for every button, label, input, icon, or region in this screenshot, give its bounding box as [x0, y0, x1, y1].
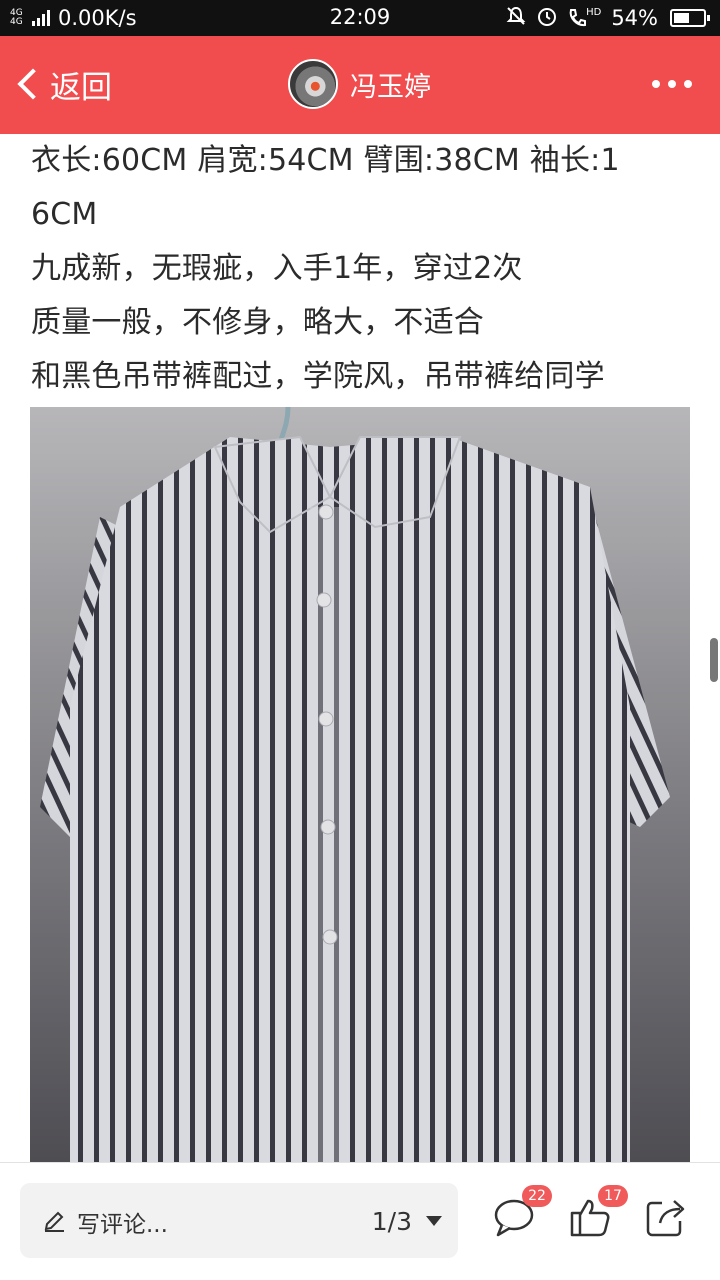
- more-options-icon[interactable]: [652, 74, 692, 94]
- share-button[interactable]: [644, 1195, 688, 1239]
- description-line: 衣长:60CM 肩宽:54CM 臂围:38CM 袖长:1: [31, 143, 620, 178]
- post-description: 衣长:60CM 肩宽:54CM 臂围:38CM 袖长:1 6CM 九成新，无瑕疵…: [31, 134, 691, 404]
- like-count-badge: 17: [598, 1185, 628, 1207]
- battery-percent: 54%: [611, 6, 658, 30]
- battery-fill: [674, 13, 690, 23]
- author-name[interactable]: 冯玉婷: [350, 65, 431, 104]
- comment-button[interactable]: 22: [492, 1185, 552, 1239]
- back-label: 返回: [50, 69, 112, 106]
- mute-icon: [506, 6, 526, 31]
- page-indicator[interactable]: 1/3: [372, 1207, 412, 1236]
- striped-shirt-photo[interactable]: [30, 407, 690, 1162]
- hd-label: HD: [586, 7, 602, 18]
- pen-icon: [44, 1211, 64, 1232]
- app-header: 返回 冯玉婷: [0, 36, 720, 134]
- comment-input[interactable]: 写评论... 1/3: [20, 1183, 458, 1258]
- like-button[interactable]: 17: [568, 1185, 628, 1239]
- battery-icon: [670, 9, 710, 27]
- alarm-icon: [536, 5, 558, 32]
- avatar[interactable]: [288, 59, 338, 109]
- author-profile[interactable]: 冯玉婷: [288, 58, 431, 110]
- back-button[interactable]: 返回: [14, 64, 112, 106]
- description-line: 和黑色吊带裤配过，学院风，吊带裤给同学: [31, 359, 605, 394]
- dropdown-arrow-icon[interactable]: [426, 1216, 442, 1226]
- description-line: 6CM: [31, 197, 98, 232]
- bottom-action-bar: 写评论... 1/3 22 17: [0, 1162, 720, 1280]
- chevron-left-icon: [17, 68, 49, 100]
- scrollbar-handle[interactable]: [710, 638, 718, 682]
- comment-placeholder: 写评论...: [77, 1212, 168, 1238]
- description-line: 九成新，无瑕疵，入手1年，穿过2次: [31, 251, 523, 286]
- comment-count-badge: 22: [522, 1185, 552, 1207]
- status-bar: 4G 4G 0.00K/s 22:09 HD 54%: [0, 0, 720, 36]
- description-line: 质量一般，不修身，略大，不适合: [31, 305, 484, 340]
- call-hd-icon: HD: [568, 8, 601, 28]
- share-icon: [646, 1200, 685, 1237]
